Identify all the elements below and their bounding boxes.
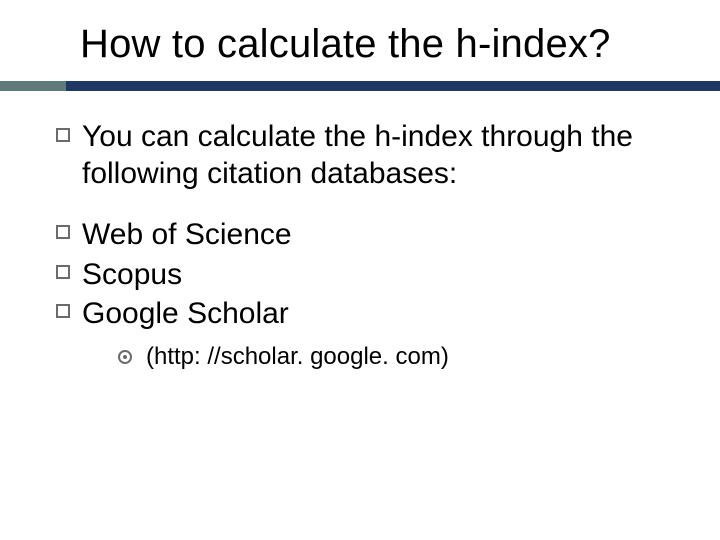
square-bullet-icon xyxy=(56,128,70,142)
slide-title: How to calculate the h-index? xyxy=(80,22,672,67)
database-list: Web of Science Scopus Google Scholar (ht… xyxy=(56,216,672,371)
slide: How to calculate the h-index? You can ca… xyxy=(0,0,720,540)
dot-icon xyxy=(123,355,127,359)
square-bullet-icon xyxy=(56,304,70,318)
list-item: Web of Science xyxy=(56,216,672,254)
square-bullet-icon xyxy=(56,225,70,239)
intro-text: You can calculate the h-index through th… xyxy=(82,119,672,192)
sub-item-label: (http: //scholar. google. com) xyxy=(146,343,449,371)
title-rule xyxy=(0,81,720,91)
list-item: Google Scholar xyxy=(56,295,672,333)
list-item-label: Web of Science xyxy=(82,216,292,254)
target-bullet-icon xyxy=(118,350,132,364)
list-item-label: Scopus xyxy=(82,256,182,294)
sub-item: (http: //scholar. google. com) xyxy=(118,343,672,371)
rule-accent xyxy=(0,81,66,91)
intro-item: You can calculate the h-index through th… xyxy=(56,119,672,192)
list-item-label: Google Scholar xyxy=(82,295,289,333)
rule-bar xyxy=(0,81,720,91)
list-item: Scopus xyxy=(56,256,672,294)
content-area: You can calculate the h-index through th… xyxy=(48,119,672,371)
square-bullet-icon xyxy=(56,265,70,279)
